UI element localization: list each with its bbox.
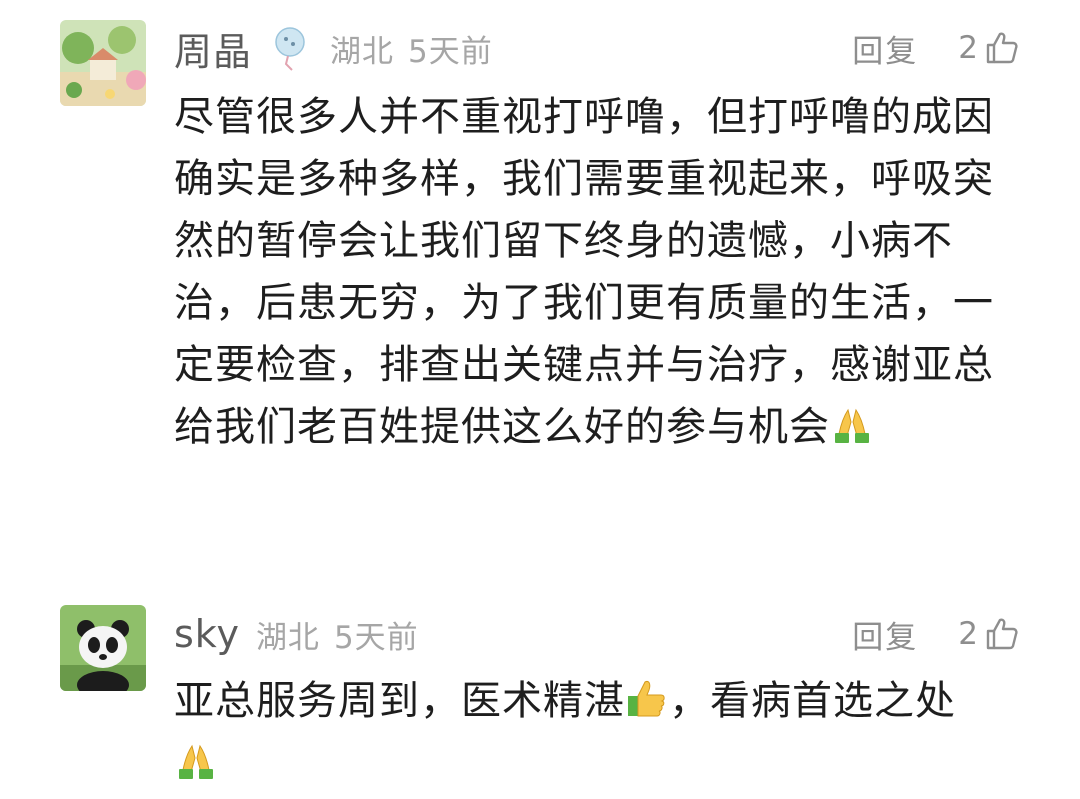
folded-hands-icon: [174, 738, 218, 782]
reply-button[interactable]: 回复: [852, 612, 918, 657]
nickname[interactable]: sky: [174, 612, 240, 656]
folded-hands-icon: [830, 402, 874, 446]
nickname[interactable]: 周晶: [174, 21, 252, 76]
comment-text: 尽管很多人并不重视打呼噜，但打呼噜的成因确实是多种多样，我们需要重视起来，呼吸突…: [174, 86, 1014, 458]
comment-text-part: ，看病首选之处: [669, 678, 956, 724]
like-count: 2: [958, 616, 978, 652]
like-button[interactable]: 2: [958, 616, 1020, 652]
garden-avatar-icon: [60, 20, 146, 106]
thumbs-up-emoji-icon: [625, 676, 669, 720]
comment-actions: 回复 2: [852, 18, 1020, 78]
avatar[interactable]: [60, 20, 146, 106]
thumbs-up-icon: [984, 616, 1020, 652]
like-count: 2: [958, 30, 978, 66]
panda-avatar-icon: [60, 605, 146, 691]
comment-meta: 湖北 5天前: [256, 612, 419, 657]
timestamp: 5天前: [408, 33, 493, 70]
comment-text: 亚总服务周到，医术精湛 ，看病首选之处: [174, 670, 1014, 794]
avatar[interactable]: [60, 605, 146, 691]
reply-button[interactable]: 回复: [852, 26, 918, 71]
balloon-badge-icon: [275, 27, 305, 71]
comment-actions: 回复 2: [852, 604, 1020, 664]
comment-meta: 湖北 5天前: [330, 26, 493, 71]
thumbs-up-icon: [984, 30, 1020, 66]
like-button[interactable]: 2: [958, 30, 1020, 66]
region: 湖北: [255, 619, 320, 656]
timestamp: 5天前: [333, 619, 419, 656]
comment-text-part: 亚总服务周到，医术精湛: [174, 678, 625, 724]
comment-text-content: 尽管很多人并不重视打呼噜，但打呼噜的成因确实是多种多样，我们需要重视起来，呼吸突…: [174, 94, 994, 450]
region: 湖北: [330, 33, 395, 70]
